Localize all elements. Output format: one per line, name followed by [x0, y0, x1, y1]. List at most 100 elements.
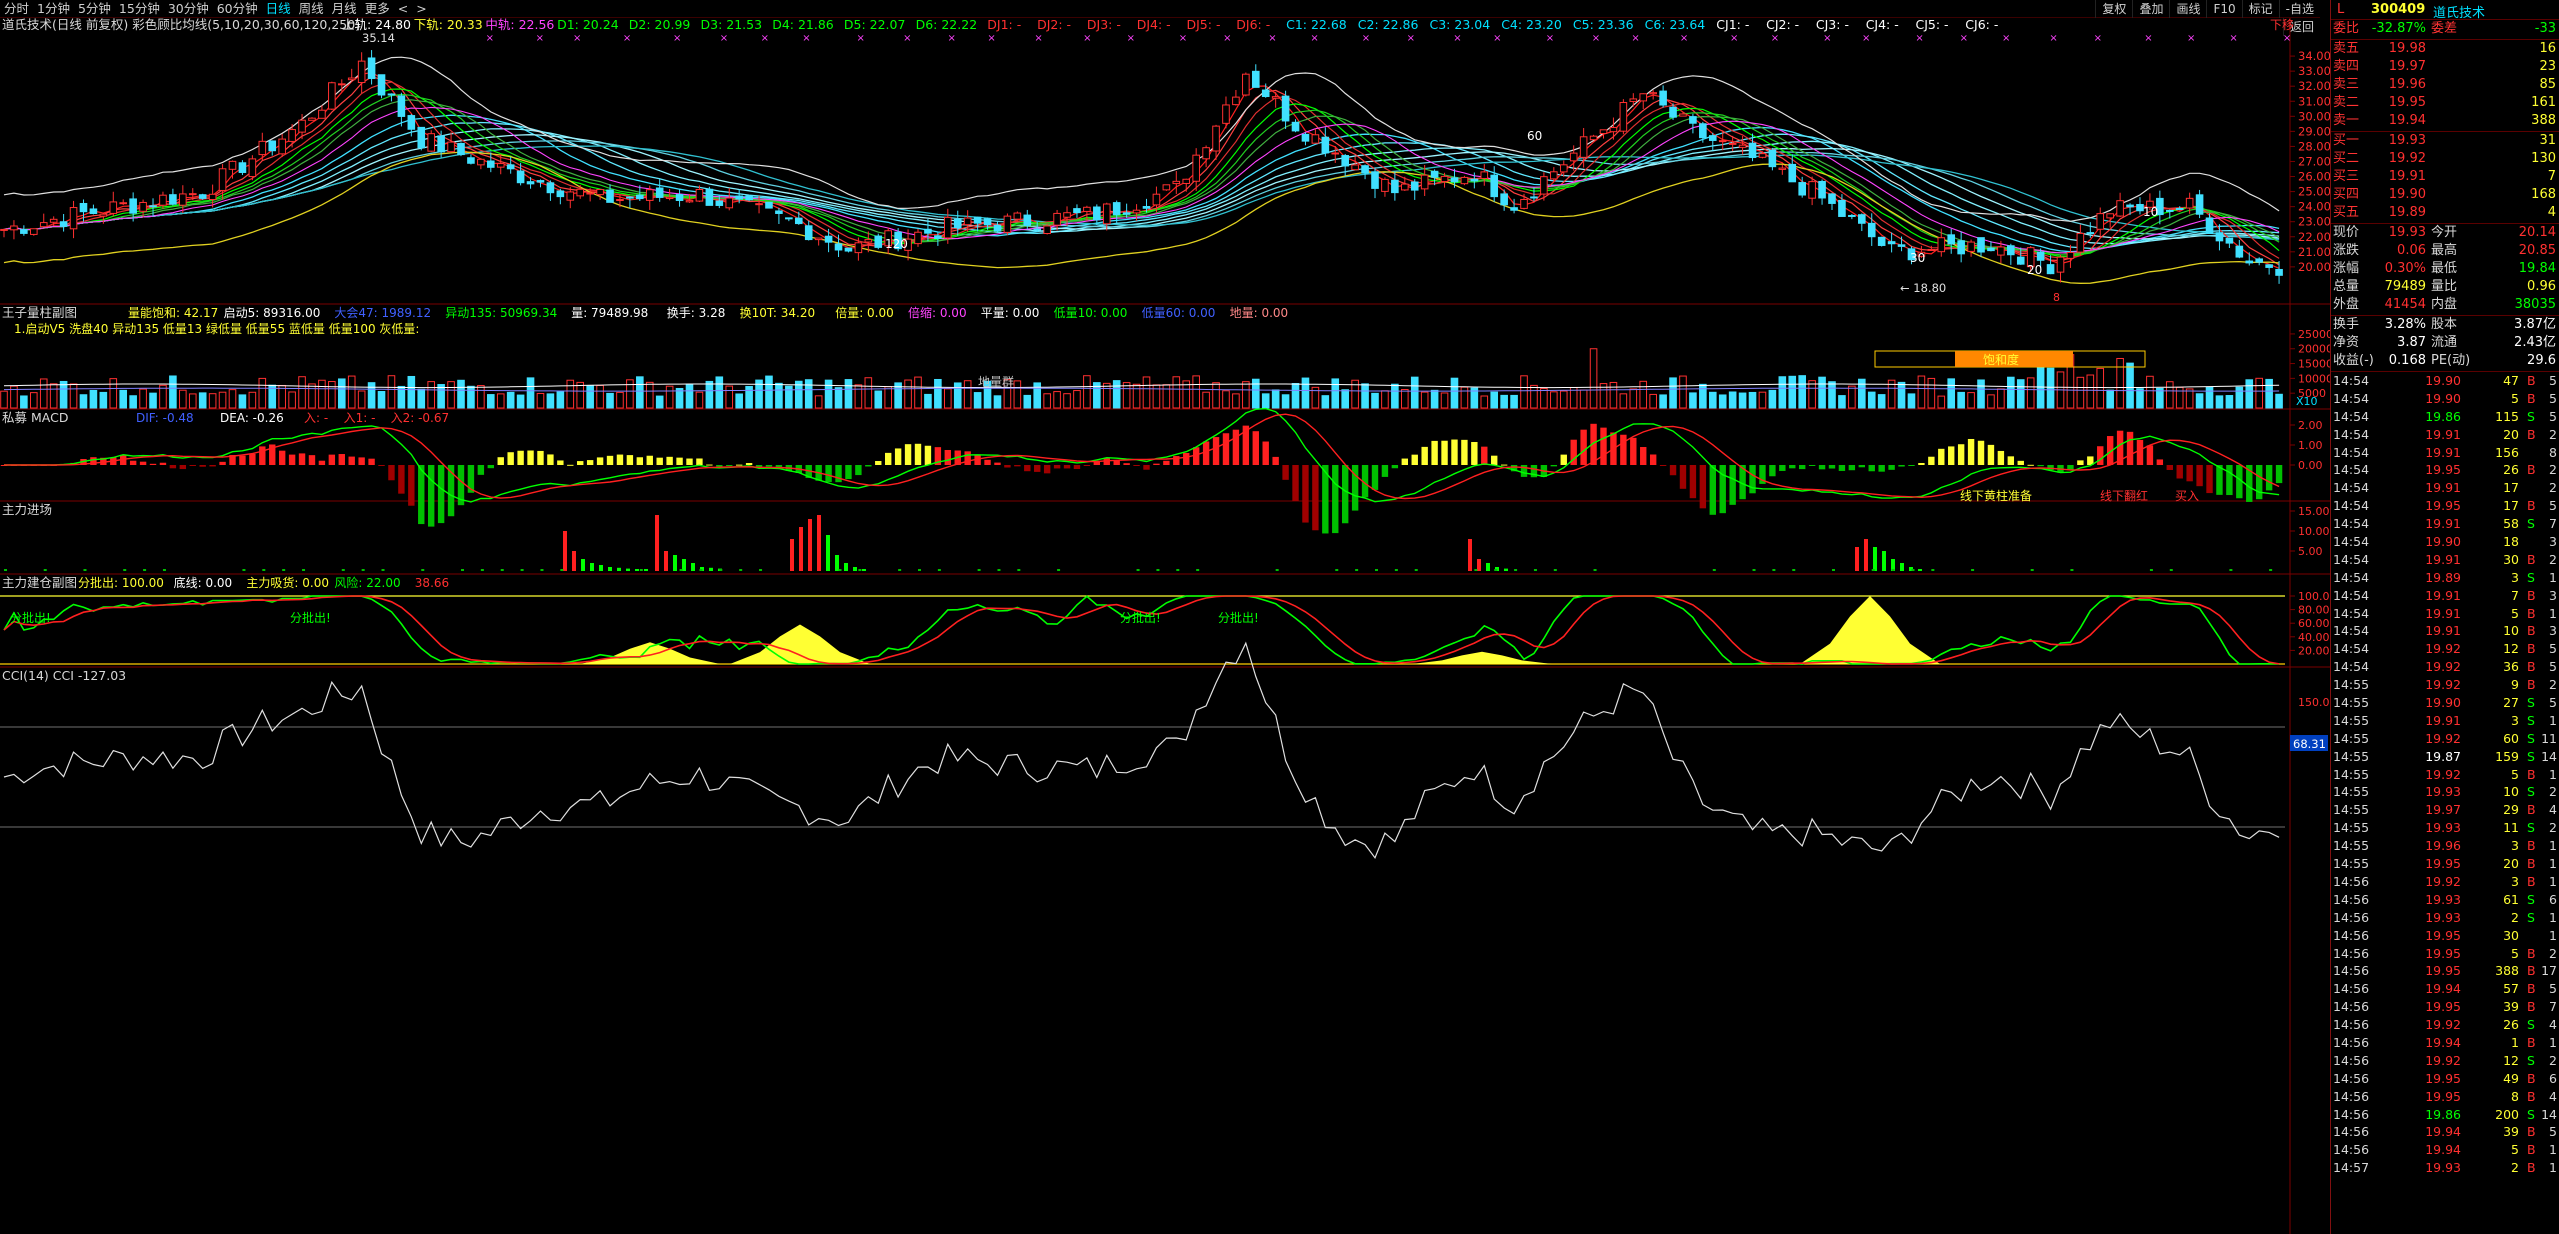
volume-bar [1808, 380, 1816, 409]
macd-bar [1202, 441, 1210, 465]
tick-side: B [2527, 623, 2536, 639]
level-volume: 16 [2539, 41, 2556, 56]
period-tab-2[interactable]: 5分钟 [74, 0, 115, 18]
tool-button-0[interactable]: 复权 [2095, 0, 2132, 18]
candle-body [794, 217, 803, 225]
candle-body [1063, 212, 1071, 218]
tick-time: 14:55 [2333, 730, 2370, 746]
tick-count: 6 [2549, 891, 2557, 907]
tick-row: 14:54 19.90 5 B 5 [2331, 390, 2559, 408]
candle-body [775, 210, 783, 214]
candle-body [447, 141, 455, 153]
tick-count: 1 [2549, 1160, 2557, 1176]
tool-button-3[interactable]: F10 [2206, 0, 2241, 18]
period-tab-6[interactable]: 日线 [262, 0, 295, 18]
candle-body [1172, 180, 1181, 185]
y-tick-label: 33.00 [2298, 64, 2330, 78]
y-tick-label: 30.00 [2298, 109, 2330, 123]
candle-body [645, 189, 654, 201]
volume-bar [1023, 394, 1032, 409]
stock-name[interactable]: 道氏技术 [2433, 2, 2485, 21]
candle-body [2096, 213, 2105, 230]
signal-dot: × [573, 33, 581, 44]
y-tick-label: 25.00 [2298, 185, 2330, 199]
volume-bar [1838, 395, 1846, 409]
volume-bar [1102, 382, 1111, 409]
volume-bar [1192, 375, 1200, 409]
tick-count: 3 [2549, 623, 2557, 639]
candle-body [1997, 246, 2005, 256]
candle-body [1301, 133, 1310, 142]
volume-bar [129, 395, 137, 409]
tool-button-5[interactable]: -自选 [2278, 0, 2320, 18]
period-tab-5[interactable]: 60分钟 [213, 0, 262, 18]
bids-row[interactable]: 买五 19.89 4 [2331, 204, 2559, 222]
asks-row[interactable]: 卖四 19.97 23 [2331, 58, 2559, 76]
tick-side: B [2527, 766, 2536, 782]
volume-bar [824, 379, 833, 409]
volume-bar [1828, 381, 1836, 409]
bids-row[interactable]: 买一 19.93 31 [2331, 132, 2559, 150]
period-tab-8[interactable]: 月线 [328, 0, 361, 18]
period-tab-10[interactable]: < [394, 0, 412, 18]
indicator-value-13: DJ5: - [1187, 18, 1221, 32]
macd-bar [1123, 463, 1130, 465]
force-bar [844, 563, 848, 571]
macd-bar [1063, 465, 1071, 469]
period-tab-9[interactable]: 更多 [361, 0, 394, 18]
signal-dot: × [1862, 33, 1870, 44]
tick-volume: 7 [2511, 587, 2519, 603]
stock-code[interactable]: 300409 [2371, 2, 2425, 17]
volume-bar [427, 381, 435, 409]
tick-volume: 30 [2503, 551, 2519, 567]
force-dot [1156, 569, 1160, 571]
force-dot [500, 569, 504, 571]
bids-row[interactable]: 买二 19.92 130 [2331, 150, 2559, 168]
volume-bar [1589, 348, 1598, 409]
volume-bar [944, 388, 952, 409]
tick-side: B [2527, 1160, 2536, 1176]
candle-body [1540, 176, 1548, 195]
signal-dot: × [2049, 33, 2057, 44]
macd-note: 线下黄柱准备 [1960, 488, 2032, 503]
candle-body [1639, 93, 1648, 102]
volume-bar [2106, 389, 2114, 409]
indicator-value-16: C2: 22.86 [1358, 18, 1419, 32]
bids-row[interactable]: 买四 19.90 168 [2331, 186, 2559, 204]
tick-time: 14:55 [2333, 856, 2370, 872]
period-tab-7[interactable]: 周线 [295, 0, 328, 18]
period-tab-0[interactable]: 分时 [0, 0, 33, 18]
period-tab-4[interactable]: 30分钟 [164, 0, 213, 18]
force-bar [581, 559, 585, 571]
period-tab-11[interactable]: > [412, 0, 430, 18]
asks-row[interactable]: 卖一 19.94 388 [2331, 112, 2559, 130]
tool-button-2[interactable]: 画线 [2169, 0, 2206, 18]
tick-count: 2 [2549, 820, 2557, 836]
volume-bar [179, 389, 187, 409]
volume-bar [2235, 386, 2244, 409]
asks-row[interactable]: 卖二 19.95 161 [2331, 94, 2559, 112]
bids-row[interactable]: 买三 19.91 7 [2331, 168, 2559, 186]
macd-bar [1421, 446, 1428, 465]
period-tab-3[interactable]: 15分钟 [115, 0, 164, 18]
macd-bar [358, 457, 365, 465]
volume-bar [636, 376, 644, 409]
stat-value: 19.84 [2518, 261, 2556, 276]
macd-item-1: DEA: -0.26 [220, 411, 284, 425]
asks-row[interactable]: 卖三 19.96 85 [2331, 76, 2559, 94]
macd-bar [1848, 465, 1856, 471]
tool-button-1[interactable]: 叠加 [2132, 0, 2169, 18]
period-tab-1[interactable]: 1分钟 [33, 0, 74, 18]
tick-price: 19.92 [2425, 766, 2461, 782]
tick-count: 1 [2549, 766, 2557, 782]
asks-row[interactable]: 卖五 19.98 16 [2331, 40, 2559, 58]
tool-button-4[interactable]: 标记 [2241, 0, 2279, 18]
macd-bar [1053, 465, 1061, 469]
tick-count: 5 [2549, 981, 2557, 997]
force-dot [143, 569, 147, 571]
tick-volume: 17 [2503, 498, 2519, 514]
macd-bar [904, 444, 912, 465]
macd-bar [1838, 465, 1846, 471]
volume-bar [765, 375, 773, 409]
kline-chart-area[interactable]: 道氏技术(日线 前复权) 彩色顾比均线(5,10,20,30,60,120,25… [0, 18, 2330, 1234]
